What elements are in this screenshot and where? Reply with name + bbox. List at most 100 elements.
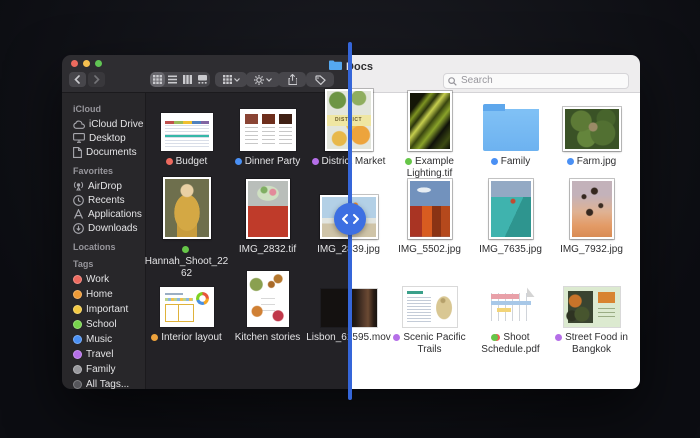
file-item-img-2832-tif[interactable]: IMG_2832.tif [227,181,308,269]
view-columns-button[interactable] [180,72,195,87]
action-button[interactable] [246,72,280,87]
sidebar-item-label: iCloud Drive [89,119,143,130]
file-label: Family [491,156,530,168]
clock-icon [73,195,84,206]
file-thumbnail [563,93,621,151]
sidebar-item-label: Family [86,364,115,375]
sidebar-item-label: Important [86,304,128,315]
sidebar-item-downloads[interactable]: Downloads [62,221,145,235]
sidebar-item-icloud-drive[interactable]: iCloud Drive [62,117,145,131]
sidebar-item-label: Home [86,289,113,300]
file-label: IMG_2832.tif [239,244,296,256]
file-thumbnail [487,269,535,327]
sidebar-item-school[interactable]: School [62,317,145,332]
sidebar-item-label: Work [86,274,109,285]
file-label: IMG_5502.jpg [398,244,461,256]
sidebar-section-header-tags: Tags [73,259,145,269]
file-item-img-5502-jpg[interactable]: IMG_5502.jpg [389,181,470,269]
tag-color-dot [73,365,82,374]
applications-icon [73,209,84,219]
file-item-interior-layout[interactable]: Interior layout [146,269,227,357]
file-thumbnail [483,93,539,151]
view-gallery-button[interactable] [195,72,210,87]
file-item-dinner-party[interactable]: Dinner Party [227,93,308,181]
comparison-slider-handle[interactable] [334,203,366,235]
share-button[interactable] [278,72,306,87]
sidebar-section-header-locations: Locations [73,242,145,252]
file-item-farm-jpg[interactable]: Farm.jpg [551,93,632,181]
file-label: Street Food in Bangkok [555,332,628,356]
forward-button[interactable] [88,72,105,87]
sidebar-item-family[interactable]: Family [62,362,145,377]
sidebar-item-travel[interactable]: Travel [62,347,145,362]
file-thumbnail [247,269,289,327]
view-grid-button[interactable] [150,72,165,87]
tag-color-dot [73,350,82,359]
sidebar-item-label: All Tags... [86,379,129,389]
file-tag-dot [182,246,189,253]
file-tag-dot [567,158,574,165]
desktop-icon [73,133,85,143]
file-item-hannah-shoot-22-62[interactable]: Hannah_Shoot_22 62 [146,181,227,269]
file-item-kitchen-stories[interactable]: Kitchen stories [227,269,308,357]
file-item-street-food-in-bangkok[interactable]: Street Food in Bangkok [551,269,632,357]
search-icon [448,73,457,91]
back-button[interactable] [69,72,86,87]
file-thumbnail [564,269,620,327]
sidebar-item-music[interactable]: Music [62,332,145,347]
file-item-example-lighting-tif[interactable]: Example Lighting.tif [389,93,470,181]
tag-color-dot [73,380,82,389]
file-tag-dot [151,334,158,341]
chevron-down-icon [234,78,240,82]
sidebar-item-label: Applications [88,209,142,220]
sidebar-item-important[interactable]: Important [62,302,145,317]
group-button[interactable] [215,72,247,87]
tag-color-dot [73,275,82,284]
search-field [443,70,629,86]
file-item-shoot-schedule-pdf[interactable]: Shoot Schedule.pdf [470,269,551,357]
sidebar-item-documents[interactable]: Documents [62,145,145,159]
file-item-img-7932-jpg[interactable]: IMG_7932.jpg [551,181,632,269]
sidebar-section-header-icloud: iCloud [73,104,145,114]
tag-color-dot [73,305,82,314]
view-list-button[interactable] [165,72,180,87]
chevron-right-icon [353,214,359,224]
file-label: Shoot Schedule.pdf [481,332,539,356]
chevron-left-icon [342,214,348,224]
sidebar-item-label: Desktop [89,133,126,144]
sidebar-item-airdrop[interactable]: AirDrop [62,179,145,193]
file-label: IMG_7932.jpg [560,244,623,256]
gear-icon [254,75,264,85]
sidebar-item-recents[interactable]: Recents [62,193,145,207]
file-thumbnail [246,181,290,239]
sidebar-item-work[interactable]: Work [62,272,145,287]
file-item-img-7635-jpg[interactable]: IMG_7635.jpg [470,181,551,269]
nav-buttons [69,72,105,87]
file-item-scenic-pacific-trails[interactable]: Scenic Pacific Trails [389,269,470,357]
file-thumbnail [161,93,213,151]
sidebar-item-label: Documents [86,147,137,158]
sidebar-item-applications[interactable]: Applications [62,207,145,221]
tags-button[interactable] [306,72,334,87]
file-item-budget[interactable]: Budget [146,93,227,181]
file-thumbnail [403,269,457,327]
sidebar-item-label: School [86,319,117,330]
file-tag-dot [312,158,319,165]
sidebar-item-home[interactable]: Home [62,287,145,302]
cloud-icon [73,120,85,129]
desktop: Docs [0,0,700,438]
file-label: IMG_7635.jpg [479,244,542,256]
sidebar-item-desktop[interactable]: Desktop [62,131,145,145]
view-switcher [150,72,210,87]
file-tag-dot [235,158,242,165]
file-item-family[interactable]: Family [470,93,551,181]
tag-color-dot [73,320,82,329]
file-tag-dot [491,158,498,165]
search-input[interactable] [443,73,629,89]
file-label: Budget [166,156,208,168]
sidebar-item-all-tags[interactable]: All Tags... [62,377,145,389]
file-thumbnail [489,181,533,239]
downloads-icon [73,223,84,234]
chevron-down-icon [266,78,272,82]
folder-icon [329,60,342,73]
